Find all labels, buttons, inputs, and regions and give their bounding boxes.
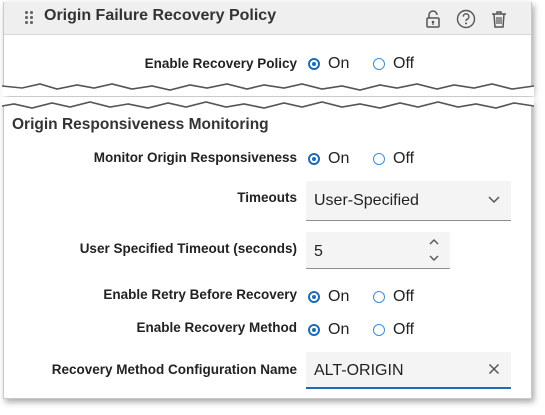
radio-unchecked-icon [373,324,385,336]
recovery-policy-panel: Origin Failure Recovery Policy Enable Re… [2,2,534,96]
user-timeout-label: User Specified Timeout (seconds) [79,241,297,256]
enable-recovery-policy-off-radio[interactable]: Off [373,55,414,73]
radio-unchecked-icon [373,291,385,303]
config-name-label: Recovery Method Configuration Name [51,362,297,377]
radio-checked-icon [308,291,320,303]
radio-checked-icon [308,58,320,70]
radio-checked-icon [308,153,320,165]
enable-recovery-method-off-radio[interactable]: Off [373,321,414,339]
trash-icon[interactable] [488,8,510,30]
panel-title: Origin Failure Recovery Policy [44,7,277,24]
monitor-origin-off-radio[interactable]: Off [373,150,414,168]
lock-icon[interactable] [422,8,444,30]
user-timeout-input[interactable]: 5 [306,232,450,269]
help-icon[interactable] [455,8,477,30]
enable-recovery-method-on-radio[interactable]: On [308,321,349,339]
monitor-origin-on-radio[interactable]: On [308,150,349,168]
timeouts-label: Timeouts [237,190,297,205]
config-name-input[interactable]: ALT-ORIGIN [306,352,511,389]
radio-unchecked-icon [373,153,385,165]
decrement-icon[interactable] [428,253,440,263]
panel-bottom-border [4,398,531,399]
torn-edge [2,83,534,96]
monitor-origin-label: Monitor Origin Responsiveness [93,150,297,165]
radio-checked-icon [308,324,320,336]
clear-icon[interactable] [488,363,500,375]
panel-header: Origin Failure Recovery Policy [4,2,531,35]
chevron-down-icon [488,196,500,204]
drag-handle-icon[interactable] [25,11,37,27]
enable-retry-on-radio[interactable]: On [308,288,349,306]
increment-icon[interactable] [428,237,440,247]
torn-edge [2,97,534,109]
enable-retry-off-radio[interactable]: Off [373,288,414,306]
timeouts-select[interactable]: User-Specified [306,181,511,221]
section-title: Origin Responsiveness Monitoring [12,116,269,133]
enable-recovery-policy-label: Enable Recovery Policy [144,56,297,71]
enable-retry-label: Enable Retry Before Recovery [103,287,297,302]
radio-unchecked-icon [373,58,385,70]
enable-recovery-policy-on-radio[interactable]: On [308,55,349,73]
responsiveness-monitoring-panel: Origin Responsiveness Monitoring Monitor… [2,97,534,399]
enable-recovery-method-label: Enable Recovery Method [136,320,297,335]
